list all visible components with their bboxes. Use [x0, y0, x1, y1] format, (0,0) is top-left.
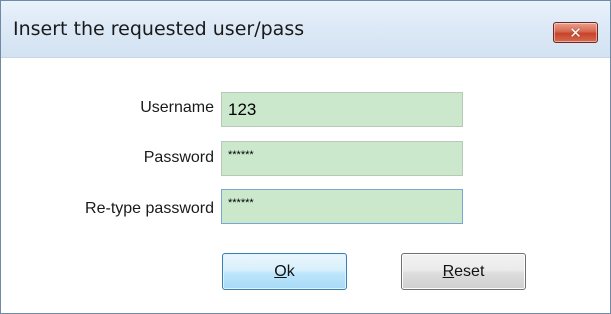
- retype-password-label: Re-type password: [85, 200, 214, 217]
- title-bar[interactable]: Insert the requested user/pass ✕: [1, 1, 610, 58]
- reset-button-label: eset: [454, 262, 485, 280]
- ok-button-mnemonic: O: [274, 262, 287, 280]
- username-label: Username: [140, 99, 214, 116]
- window-title: Insert the requested user/pass: [13, 18, 305, 40]
- username-input[interactable]: 123: [221, 92, 463, 127]
- close-icon: ✕: [569, 23, 582, 42]
- password-value: ******: [228, 149, 254, 161]
- ok-button-label: k: [286, 262, 295, 280]
- reset-button[interactable]: Reset: [401, 253, 526, 290]
- username-value: 123: [228, 99, 257, 119]
- dialog-window: Insert the requested user/pass ✕ Usernam…: [0, 0, 611, 314]
- password-input[interactable]: ******: [221, 141, 463, 176]
- password-label: Password: [143, 149, 214, 166]
- retype-password-input[interactable]: ******: [221, 189, 463, 224]
- reset-button-mnemonic: R: [442, 262, 455, 280]
- close-button[interactable]: ✕: [553, 22, 598, 43]
- retype-password-value: ******: [228, 197, 254, 209]
- ok-button[interactable]: Ok: [222, 253, 347, 290]
